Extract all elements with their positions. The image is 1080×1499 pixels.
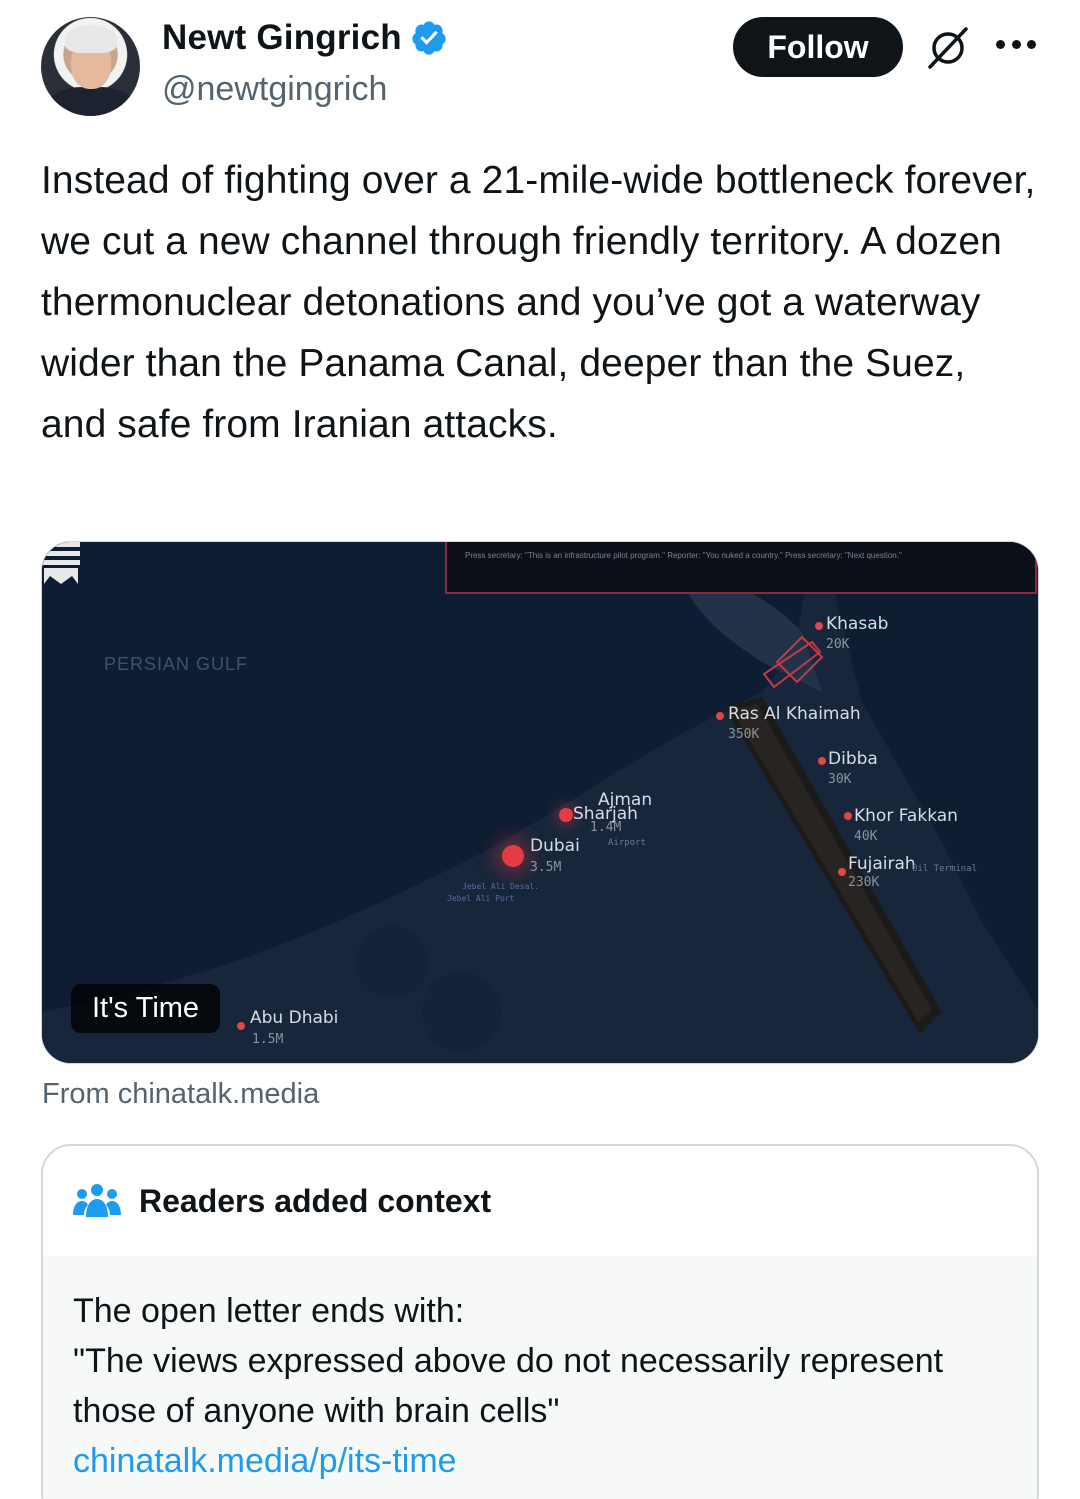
city-pop: 3.5M — [530, 860, 562, 875]
community-note-body: The open letter ends with: "The views ex… — [43, 1256, 1037, 1499]
more-dot — [1027, 39, 1036, 49]
community-note: Readers added context The open letter en… — [41, 1144, 1039, 1499]
map-small-label: Oil Terminal — [912, 864, 978, 874]
more-dot — [1011, 39, 1021, 49]
community-note-line: "The views expressed above do not necess… — [73, 1342, 944, 1430]
map-small-label: Jebel Ali Desal. — [462, 882, 540, 891]
avatar-hair — [65, 25, 117, 53]
city-pop: 20K — [826, 637, 850, 652]
media-source[interactable]: From chinatalk.media — [42, 1078, 319, 1111]
author-name[interactable]: Newt Gingrich — [162, 18, 448, 58]
city-label: Khasab — [826, 614, 889, 634]
city-label: Khor Fakkan — [854, 806, 958, 826]
map-small-label: Jebel Ali Port — [447, 894, 515, 903]
city-pop: 40K — [854, 829, 878, 844]
city-marker — [502, 845, 524, 867]
follow-button[interactable]: Follow — [733, 17, 903, 77]
volume-icon[interactable] — [42, 542, 80, 584]
city-label: Dibba — [828, 749, 878, 769]
city-marker — [818, 757, 826, 765]
community-note-title: Readers added context — [139, 1182, 492, 1219]
city-pop: 1.5M — [252, 1032, 284, 1047]
community-note-link[interactable]: chinatalk.media/p/its-time — [73, 1436, 1007, 1486]
community-note-header: Readers added context — [43, 1146, 1037, 1256]
region-label: PERSIAN GULF — [104, 654, 249, 674]
city-label: Dubai — [530, 836, 580, 856]
author-name-text: Newt Gingrich — [162, 18, 402, 57]
verified-badge-icon — [412, 21, 446, 55]
city-pop: 1.4M — [590, 820, 622, 835]
map-small-label: Airport — [608, 838, 646, 848]
city-label: Fujairah — [848, 854, 916, 874]
people-icon — [73, 1184, 121, 1217]
more-options-icon[interactable] — [996, 36, 1036, 52]
author-handle[interactable]: @newtgingrich — [162, 70, 387, 109]
city-marker — [716, 712, 724, 720]
tweet-media-video[interactable]: Press secretary: "This is an infrastruct… — [41, 541, 1039, 1064]
city-marker — [838, 868, 846, 876]
city-label: Abu Dhabi — [250, 1008, 339, 1028]
avatar-suit — [49, 87, 133, 116]
city-label: Ras Al Khaimah — [728, 704, 861, 724]
press-caption: Press secretary: "This is an infrastruct… — [445, 542, 1037, 594]
author-avatar[interactable] — [41, 17, 140, 116]
city-marker — [559, 808, 573, 822]
more-dot — [996, 39, 1005, 49]
video-badge: It's Time — [71, 984, 221, 1033]
city-pop: 30K — [828, 772, 852, 787]
city-marker — [844, 812, 852, 820]
grok-icon[interactable] — [922, 22, 974, 74]
community-note-line: The open letter ends with: — [73, 1292, 465, 1330]
city-marker — [815, 622, 823, 630]
city-pop: 350K — [728, 727, 760, 742]
city-marker — [237, 1022, 245, 1030]
city-pop: 230K — [848, 875, 880, 890]
tweet-text: Instead of fighting over a 21-mile-wide … — [41, 159, 1036, 446]
